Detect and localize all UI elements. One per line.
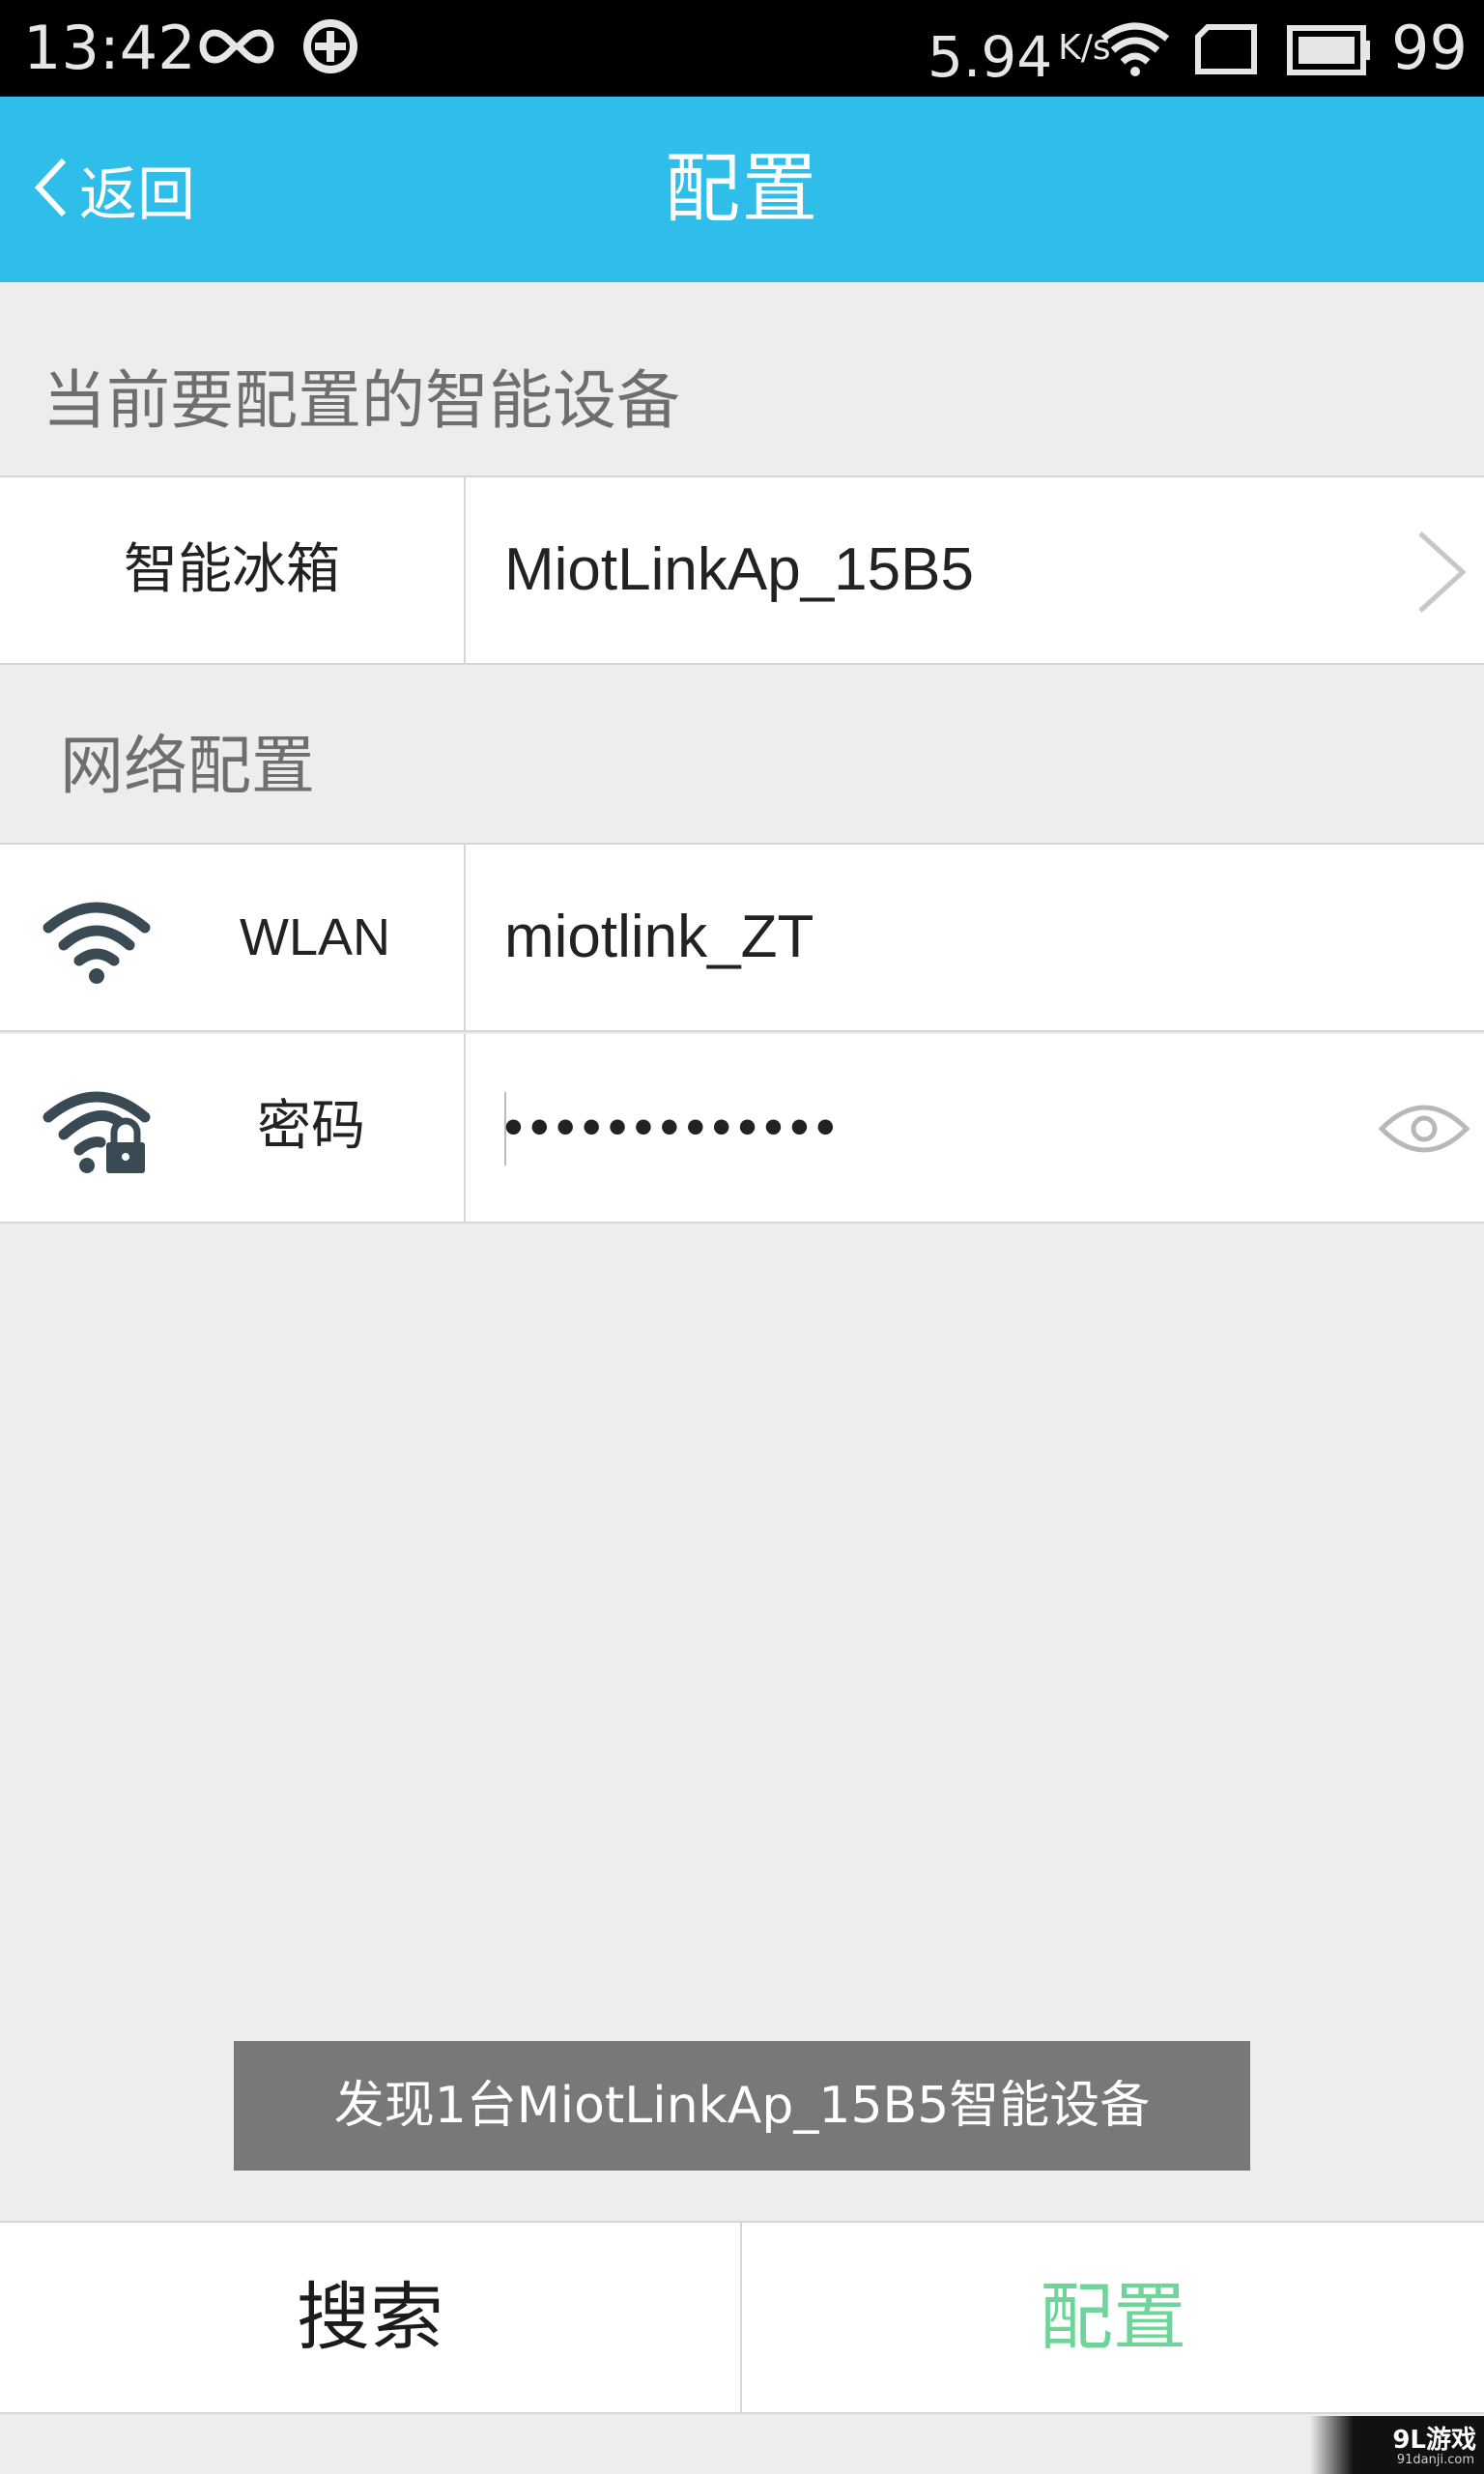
battery-level: 99 [1391,13,1468,83]
watermark-logo: 9L游戏 91danji.com [1310,2416,1484,2474]
divider [464,1034,466,1222]
status-time: 13:42 [23,13,196,83]
eye-icon[interactable] [1378,1098,1470,1164]
app-header: 配置 返回 [0,97,1484,282]
search-button[interactable]: 搜索 [0,2223,740,2412]
divider [464,845,466,1030]
wlan-label: WLAN [240,908,391,966]
device-type-label: 智能冰箱 [124,538,340,601]
wifi-icon [43,893,151,990]
watermark-main: 9L游戏 [1392,2426,1476,2455]
wifi-icon [1099,19,1171,81]
chevron-left-icon [33,157,68,222]
device-section-heading: 当前要配置的智能设备 [43,363,680,438]
sim-icon [1194,23,1258,79]
infinity-icon [193,17,280,79]
network-section-heading: 网络配置 [60,729,315,803]
net-speed: 5.94 K/s [928,24,1111,90]
wlan-ssid-value: miotlink_ZT [504,904,814,970]
wifi-lock-icon [43,1082,151,1179]
watermark-sub: 91danji.com [1396,2453,1474,2467]
page-title: 配置 [664,146,819,233]
battery-icon [1287,25,1372,79]
device-name-value: MiotLinkAp_15B5 [504,536,974,603]
password-label: 密码 [257,1095,365,1158]
back-label: 返回 [79,160,195,229]
back-button[interactable]: 返回 [33,149,195,230]
chevron-right-icon [1413,528,1470,620]
wlan-row[interactable]: WLAN miotlink_ZT [0,843,1484,1032]
divider [464,477,466,663]
status-bar: 13:42 5.94 K/s 99 [0,0,1484,97]
password-row: 密码 ••••••••••••• [0,1034,1484,1223]
password-input[interactable]: ••••••••••••• [504,1032,842,1222]
configure-button[interactable]: 配置 [742,2223,1484,2412]
bottom-action-bar: 搜索 配置 [0,2221,1484,2414]
toast-message: 发现1台MiotLinkAp_15B5智能设备 [234,2041,1250,2171]
sync-icon [298,14,363,83]
device-row[interactable]: 智能冰箱 MiotLinkAp_15B5 [0,475,1484,665]
